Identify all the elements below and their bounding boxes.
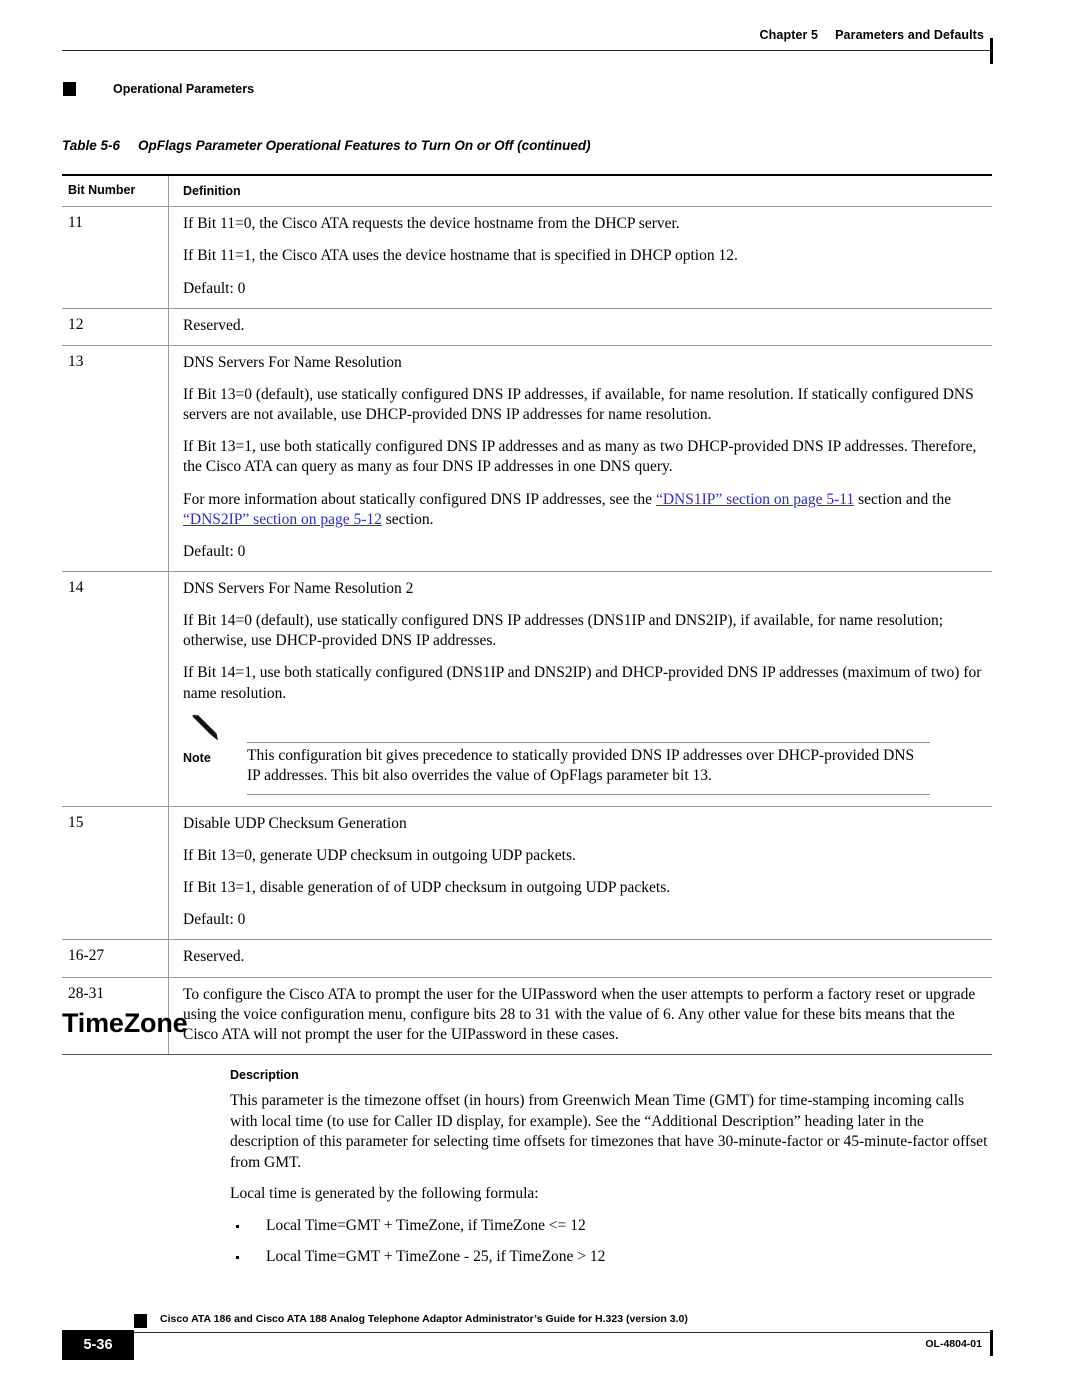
black-square-icon [134,1314,147,1328]
definition-paragraph: If Bit 14=1, use both statically configu… [183,664,982,702]
table-row: 15 Disable UDP Checksum Generation If Bi… [62,806,992,941]
column-header-bit-number: Bit Number [68,183,136,197]
document-id: OL-4804-01 [925,1338,982,1350]
link-paragraph-post: section. [381,510,434,528]
cell-bit-number: 15 [68,813,84,831]
formula-list: Local Time=GMT + TimeZone, if TimeZone <… [230,1216,992,1267]
note-callout: Note This configuration bit gives preced… [183,714,982,795]
header-chapter-line: Chapter 5 Parameters and Defaults [760,28,984,42]
note-bottom-rule [247,793,930,795]
definition-paragraph: If Bit 11=1, the Cisco ATA uses the devi… [183,247,738,265]
note-top-rule [247,741,930,743]
cell-definition: To configure the Cisco ATA to prompt the… [168,977,992,1055]
header-section-title: Operational Parameters [113,82,255,96]
footer-rule [62,1332,992,1333]
definition-paragraph: If Bit 13=1, disable generation of of UD… [183,879,671,897]
cell-definition: DNS Servers For Name Resolution If Bit 1… [168,345,992,571]
formula-intro: Local time is generated by the following… [230,1185,539,1203]
definition-paragraph-with-links: For more information about statically co… [183,490,982,530]
cell-bit-number: 13 [68,352,84,370]
link-paragraph-mid: section and the [854,490,952,508]
header-chapter-number: Chapter 5 [759,28,819,42]
cell-bit-number: 16-27 [68,947,105,965]
definition-default: Default: 0 [183,279,246,297]
link-paragraph-pre: For more information about statically co… [183,490,656,508]
column-header-definition: Definition [168,176,992,207]
definition-default: Default: 0 [183,911,246,929]
header-end-tick [990,38,993,64]
table-row: 14 DNS Servers For Name Resolution 2 If … [62,571,992,807]
description-subheading: Description [230,1068,299,1082]
cell-definition: Reserved. [168,940,992,977]
table-row: 13 DNS Servers For Name Resolution If Bi… [62,345,992,572]
list-item: Local Time=GMT + TimeZone - 25, if TimeZ… [230,1247,992,1268]
dns2ip-section-link[interactable]: “DNS2IP” section on page 5-12 [183,511,382,528]
cell-definition: Disable UDP Checksum Generation If Bit 1… [168,806,992,940]
cell-definition: Reserved. [168,308,992,345]
definition-paragraph: If Bit 13=1, use both statically configu… [183,438,977,476]
note-body: Note This configuration bit gives preced… [183,746,982,786]
definition-paragraph: To configure the Cisco ATA to prompt the… [183,985,976,1043]
table-row: 28-31 To configure the Cisco ATA to prom… [62,977,992,1056]
black-square-icon [63,82,76,96]
dns1ip-section-link[interactable]: “DNS1IP” section on page 5-11 [656,491,854,508]
cell-definition: DNS Servers For Name Resolution 2 If Bit… [168,571,992,806]
document-page: Chapter 5 Parameters and Defaults Operati… [0,0,1080,1397]
definition-default: Default: 0 [183,542,246,560]
header-rule [62,50,992,51]
page-number: 5-36 [83,1337,113,1353]
definition-paragraph: Reserved. [183,948,245,966]
definition-paragraph: If Bit 11=0, the Cisco ATA requests the … [183,215,680,233]
pencil-icon [189,714,223,744]
page-title: TimeZone [62,1008,188,1038]
table-caption: Table 5-6 OpFlags Parameter Operational F… [62,138,591,153]
description-paragraph: This parameter is the timezone offset (i… [230,1092,988,1171]
cell-bit-number: 14 [68,578,84,596]
note-text: This configuration bit gives precedence … [247,746,915,784]
footer-end-tick [990,1330,993,1356]
definition-title: Disable UDP Checksum Generation [183,814,407,832]
header-chapter-title: Parameters and Defaults [835,28,984,42]
definition-paragraph: If Bit 13=0 (default), use statically co… [183,385,974,424]
cell-bit-number: 11 [68,214,83,232]
timezone-section: Description This parameter is the timezo… [230,1068,992,1277]
definition-title: DNS Servers For Name Resolution [183,353,402,371]
table-row: 16-27 Reserved. [62,940,992,978]
table-caption-number: Table 5-6 [62,138,121,153]
table-row: 12 Reserved. [62,308,992,346]
definition-paragraph: Reserved. [183,316,245,334]
opflags-table: Bit Number Definition 11 If Bit 11=0, th… [62,174,992,1056]
note-label: Note [183,750,211,765]
table-header-row: Bit Number Definition [62,176,992,208]
cell-definition: If Bit 11=0, the Cisco ATA requests the … [168,207,992,308]
table-caption-title: OpFlags Parameter Operational Features t… [138,138,591,153]
running-header: Chapter 5 Parameters and Defaults Operati… [0,28,1080,96]
running-footer: Cisco ATA 186 and Cisco ATA 188 Analog T… [0,1300,1080,1370]
list-item: Local Time=GMT + TimeZone, if TimeZone <… [230,1216,992,1237]
table-row: 11 If Bit 11=0, the Cisco ATA requests t… [62,207,992,309]
cell-bit-number: 12 [68,315,84,333]
definition-paragraph: If Bit 14=0 (default), use statically co… [183,612,944,650]
definition-paragraph: If Bit 13=0, generate UDP checksum in ou… [183,847,576,865]
footer-guide-title: Cisco ATA 186 and Cisco ATA 188 Analog T… [160,1313,688,1325]
definition-title: DNS Servers For Name Resolution 2 [183,579,414,597]
